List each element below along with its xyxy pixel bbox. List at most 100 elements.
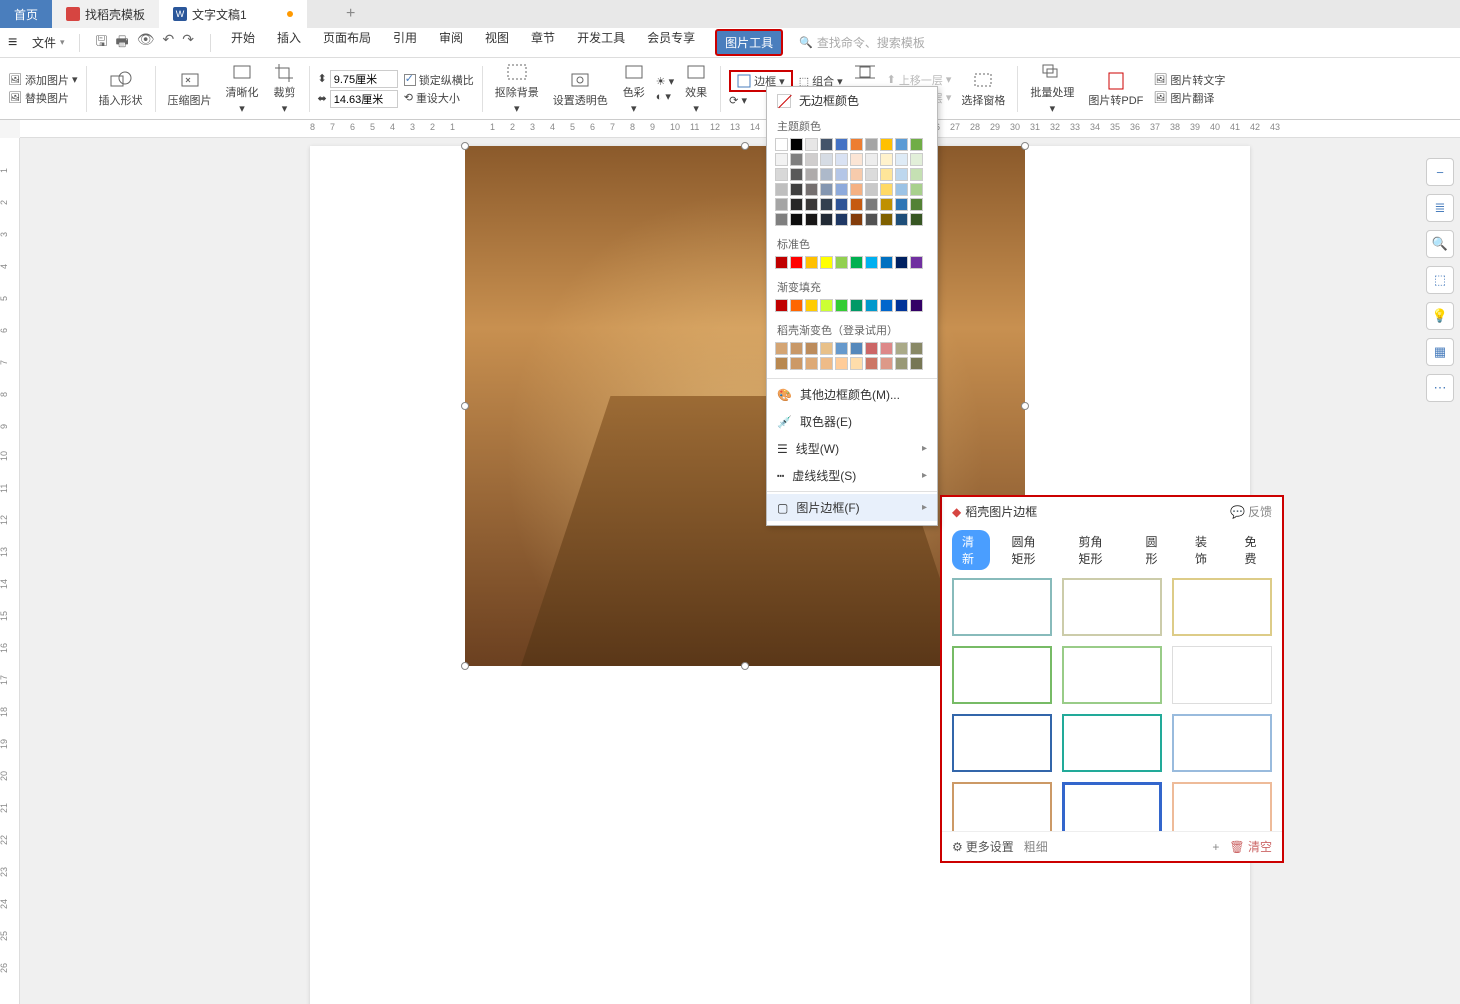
frame-thumbnail[interactable] [952, 646, 1052, 704]
compress-image-button[interactable]: 压缩图片 [164, 70, 216, 108]
color-swatch[interactable] [790, 153, 803, 166]
tab-start[interactable]: 开始 [229, 29, 257, 56]
frame-thumbnail[interactable] [1062, 782, 1162, 831]
more-button[interactable]: ⋯ [1426, 374, 1454, 402]
color-swatch[interactable] [880, 153, 893, 166]
replace-image-button[interactable]: 🖼 替换图片 [8, 90, 78, 106]
color-swatch[interactable] [880, 168, 893, 181]
color-swatch[interactable] [865, 213, 878, 226]
line-style-item[interactable]: ☰ 线型(W) ▸ [767, 435, 937, 462]
crop-side-button[interactable]: ⬚ [1426, 266, 1454, 294]
tab-fresh[interactable]: 清新 [952, 530, 990, 570]
batch-button[interactable]: 批量处理 ▾ [1026, 62, 1078, 115]
undo-icon[interactable]: ↶ [162, 31, 174, 55]
eyedropper-item[interactable]: 💉 取色器(E) [767, 408, 937, 435]
color-swatch[interactable] [895, 183, 908, 196]
color-swatch[interactable] [835, 198, 848, 211]
color-swatch[interactable] [790, 299, 803, 312]
set-transparent-button[interactable]: 设置透明色 [549, 70, 612, 108]
color-swatch[interactable] [850, 168, 863, 181]
tab-picture-tools[interactable]: 图片工具 [715, 29, 783, 56]
color-swatch[interactable] [880, 183, 893, 196]
tab-document[interactable]: W 文字文稿1 [159, 0, 307, 28]
picture-border-item[interactable]: ▢ 图片边框(F) ▸ [767, 494, 937, 521]
color-swatch[interactable] [850, 198, 863, 211]
frame-thumbnail[interactable] [952, 578, 1052, 636]
clear-button[interactable]: 🗑 清空 [1229, 838, 1272, 855]
tab-layout[interactable]: 页面布局 [321, 29, 373, 56]
color-swatch[interactable] [850, 256, 863, 269]
frame-thumbnail[interactable] [1062, 714, 1162, 772]
resize-handle-nw[interactable] [461, 142, 469, 150]
color-swatch[interactable] [805, 168, 818, 181]
color-swatch[interactable] [910, 357, 923, 370]
selection-pane-button[interactable]: 选择窗格 [957, 70, 1009, 108]
frame-thumbnail[interactable] [1172, 714, 1272, 772]
color-swatch[interactable] [790, 138, 803, 151]
effects-button[interactable]: 效果 ▾ [680, 62, 712, 115]
frame-thumbnail[interactable] [1062, 578, 1162, 636]
color-swatch[interactable] [910, 299, 923, 312]
color-swatch[interactable] [850, 138, 863, 151]
to-pdf-button[interactable]: 图片转PDF [1084, 70, 1147, 108]
tab-rounded[interactable]: 圆角矩形 [1002, 530, 1057, 570]
color-swatch[interactable] [835, 168, 848, 181]
color-swatch[interactable] [865, 342, 878, 355]
tab-view[interactable]: 视图 [483, 29, 511, 56]
command-search[interactable]: 查找命令、搜索模板 [799, 34, 925, 51]
tab-devtools[interactable]: 开发工具 [575, 29, 627, 56]
color-swatch[interactable] [865, 299, 878, 312]
color-swatch[interactable] [835, 138, 848, 151]
color-swatch[interactable] [775, 168, 788, 181]
color-swatch[interactable] [865, 256, 878, 269]
color-swatch[interactable] [775, 256, 788, 269]
zoom-button[interactable]: 🔍 [1426, 230, 1454, 258]
color-swatch[interactable] [895, 168, 908, 181]
width-input[interactable] [330, 70, 398, 88]
color-swatch[interactable] [775, 198, 788, 211]
idea-button[interactable]: 💡 [1426, 302, 1454, 330]
color-swatch[interactable] [820, 183, 833, 196]
tab-cut-corner[interactable]: 剪角矩形 [1069, 530, 1124, 570]
properties-button[interactable]: ≣ [1426, 194, 1454, 222]
color-swatch[interactable] [880, 256, 893, 269]
reset-size-button[interactable]: ⟲ 重设大小 [404, 90, 474, 106]
color-swatch[interactable] [805, 198, 818, 211]
color-swatch[interactable] [775, 299, 788, 312]
color-swatch[interactable] [850, 183, 863, 196]
tab-free[interactable]: 免费 [1235, 530, 1273, 570]
color-swatch[interactable] [790, 198, 803, 211]
color-swatch[interactable] [865, 153, 878, 166]
print-icon[interactable]: 🖶 [115, 31, 128, 55]
color-swatch[interactable] [790, 168, 803, 181]
color-swatch[interactable] [880, 138, 893, 151]
add-image-button[interactable]: 🖼 添加图片 ▾ [8, 72, 78, 88]
frame-thumbnail[interactable] [1172, 578, 1272, 636]
remove-bg-button[interactable]: 抠除背景 ▾ [491, 62, 543, 115]
color-swatch[interactable] [865, 138, 878, 151]
color-swatch[interactable] [835, 183, 848, 196]
color-swatch[interactable] [775, 213, 788, 226]
color-swatch[interactable] [835, 342, 848, 355]
color-swatch[interactable] [910, 342, 923, 355]
color-swatch[interactable] [835, 256, 848, 269]
color-swatch[interactable] [895, 153, 908, 166]
color-swatch[interactable] [805, 342, 818, 355]
redo-icon[interactable]: ↷ [182, 31, 194, 55]
color-swatch[interactable] [790, 183, 803, 196]
color-swatch[interactable] [775, 342, 788, 355]
tab-reference[interactable]: 引用 [391, 29, 419, 56]
frame-thumbnail[interactable] [1172, 782, 1272, 831]
resize-handle-e[interactable] [1021, 402, 1029, 410]
color-swatch[interactable] [820, 342, 833, 355]
color-swatch[interactable] [910, 168, 923, 181]
color-swatch[interactable] [805, 357, 818, 370]
color-swatch[interactable] [790, 357, 803, 370]
color-swatch[interactable] [805, 183, 818, 196]
preview-icon[interactable]: 👁 [137, 31, 155, 55]
color-swatch[interactable] [820, 299, 833, 312]
color-swatch[interactable] [850, 342, 863, 355]
to-text-button[interactable]: 🖼 图片转文字 [1153, 72, 1225, 88]
color-swatch[interactable] [820, 213, 833, 226]
color-swatch[interactable] [835, 299, 848, 312]
